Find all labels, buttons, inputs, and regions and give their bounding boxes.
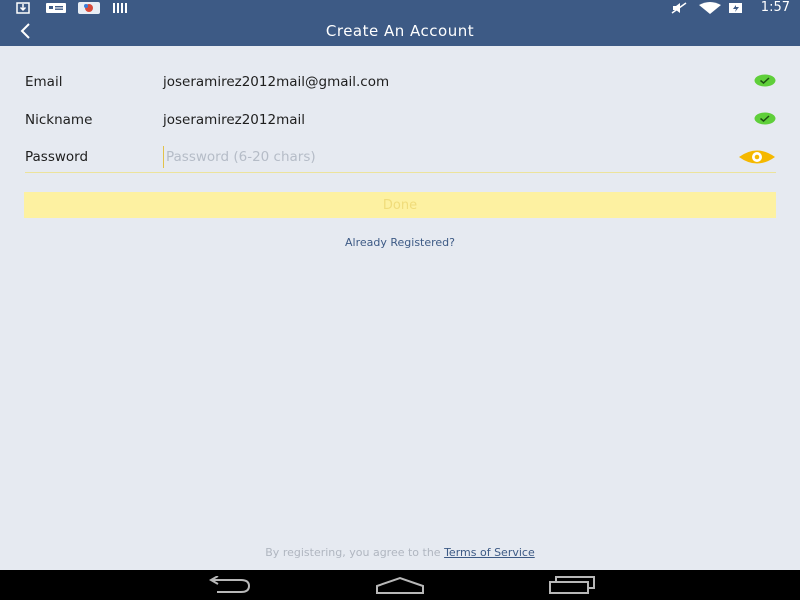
- mute-icon: [671, 2, 687, 14]
- done-button[interactable]: Done: [24, 192, 776, 218]
- app-notification-icon: [78, 2, 100, 14]
- nickname-label: Nickname: [25, 112, 93, 128]
- password-input[interactable]: [163, 146, 726, 168]
- app-bar: Create An Account: [0, 16, 800, 46]
- email-label: Email: [25, 74, 63, 90]
- home-nav-icon[interactable]: [375, 576, 425, 594]
- page-title: Create An Account: [325, 22, 475, 40]
- password-label: Password: [25, 149, 89, 165]
- password-underline: [25, 172, 776, 173]
- nickname-field[interactable]: joseramirez2012mail: [163, 112, 305, 128]
- eye-icon[interactable]: [738, 148, 776, 166]
- terms-text: By registering, you agree to the Terms o…: [0, 546, 800, 559]
- password-row: Password: [25, 143, 776, 173]
- email-field[interactable]: joseramirez2012mail@gmail.com: [163, 74, 389, 90]
- download-icon: [16, 2, 30, 14]
- wifi-icon: [699, 2, 721, 14]
- nickname-row: Nickname joseramirez2012mail: [25, 106, 776, 136]
- message-icon: [46, 3, 66, 13]
- barcode-icon: [113, 3, 127, 13]
- battery-icon: [729, 3, 742, 13]
- terms-prefix: By registering, you agree to the: [265, 546, 441, 559]
- recents-nav-icon[interactable]: [548, 576, 596, 594]
- terms-of-service-link[interactable]: Terms of Service: [444, 546, 535, 559]
- back-nav-icon[interactable]: [205, 576, 253, 594]
- check-icon: [754, 74, 776, 87]
- navigation-bar: [0, 570, 800, 600]
- status-time: 1:57: [760, 0, 790, 15]
- check-icon: [754, 112, 776, 125]
- status-bar: 1:57: [0, 0, 800, 16]
- email-row: Email joseramirez2012mail@gmail.com: [25, 68, 776, 98]
- already-registered-link[interactable]: Already Registered?: [0, 236, 800, 249]
